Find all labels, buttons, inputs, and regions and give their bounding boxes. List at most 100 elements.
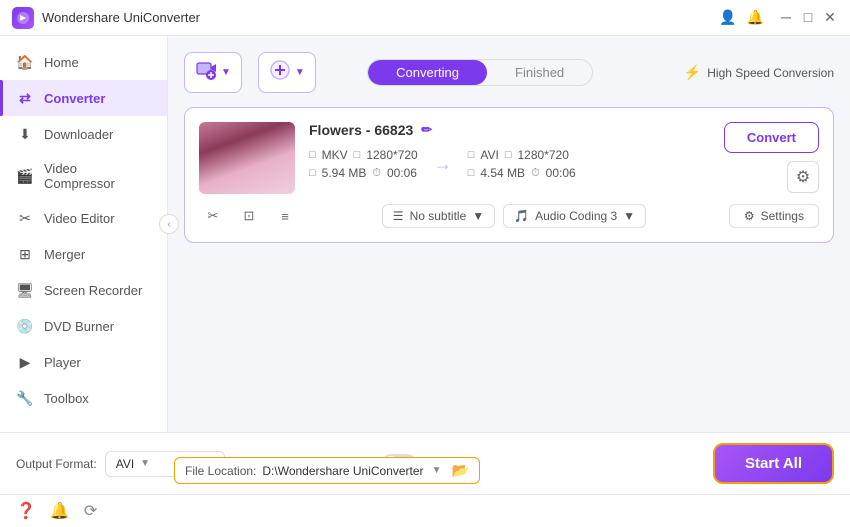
sidebar-item-home[interactable]: 🏠 Home (0, 44, 167, 80)
target-size: 4.54 MB (480, 166, 525, 180)
editor-icon: ✂ (16, 209, 34, 227)
target-size-icon: □ (468, 167, 475, 179)
file-icon: □ (309, 149, 316, 161)
speed-badge: ⚡ High Speed Conversion (684, 64, 834, 81)
convert-button[interactable]: Convert (724, 122, 819, 153)
sidebar-item-label: Home (44, 55, 79, 70)
audio-label: Audio Coding 3 (535, 209, 617, 223)
audio-select[interactable]: 🎵 Audio Coding 3 ▼ (503, 204, 646, 228)
sidebar-item-screen-recorder[interactable]: 🖥 Screen Recorder (0, 272, 167, 308)
format-info: □ MKV □ 1280*720 □ 5.94 MB ⏱ 00:06 (309, 148, 710, 180)
sidebar-section: 🏠 Home ⇄ Converter ⬇ Downloader 🎬 Video … (0, 44, 167, 424)
sidebar-item-label: Toolbox (44, 391, 89, 406)
output-format-arrow: ▼ (140, 458, 150, 469)
source-format: MKV (322, 148, 348, 162)
sidebar: 🏠 Home ⇄ Converter ⬇ Downloader 🎬 Video … (0, 36, 168, 432)
app-logo (12, 7, 34, 29)
minimize-button[interactable]: ─ (778, 9, 794, 25)
source-meta-row: □ 5.94 MB ⏱ 00:06 (309, 166, 418, 180)
settings-label: Settings (761, 209, 804, 223)
tab-converting[interactable]: Converting (368, 60, 487, 85)
user-icon[interactable]: 👤 (719, 9, 736, 26)
toolbox-icon: 🔧 (16, 389, 34, 407)
compressor-icon: 🎬 (16, 167, 34, 185)
source-format-row: □ MKV □ 1280*720 (309, 148, 418, 162)
target-format: AVI (480, 148, 498, 162)
file-name: Flowers - 66823 ✏ (309, 122, 710, 138)
sidebar-item-label: Downloader (44, 127, 113, 142)
bottom-icons-bar: ❓ 🔔 ⟳ (0, 494, 850, 527)
subtitle-dropdown-arrow: ▼ (472, 209, 484, 223)
add-format-dropdown-arrow: ▼ (295, 67, 305, 78)
sidebar-item-label: Video Compressor (44, 161, 151, 191)
add-format-button[interactable]: ▼ (258, 52, 316, 93)
output-format-value: AVI (116, 457, 134, 471)
close-button[interactable]: ✕ (822, 9, 838, 25)
file-location-path: D:\Wondershare UniConverter (262, 464, 423, 478)
add-format-icon (269, 59, 291, 86)
target-resolution: 1280*720 (517, 148, 568, 162)
file-settings-button[interactable]: ⚙ Settings (729, 204, 819, 228)
target-duration-icon: ⏱ (531, 167, 540, 180)
output-format-label: Output Format: (16, 457, 97, 471)
sidebar-item-label: DVD Burner (44, 319, 114, 334)
card-bottom-toolbar: ✂ ⊡ ≡ ☰ No subtitle ▼ 🎵 Audio Coding 3 ▼… (199, 204, 819, 228)
convert-tab-group: Converting Finished (367, 59, 593, 86)
file-location-row-wrapper: File Location: D:\Wondershare UniConvert… (174, 457, 480, 484)
resolution-icon: □ (354, 149, 361, 161)
file-location-dropdown-arrow[interactable]: ▼ (432, 465, 442, 476)
file-card-top: Flowers - 66823 ✏ □ MKV □ 1280*720 (199, 122, 819, 194)
sidebar-item-player[interactable]: ▶ Player (0, 344, 167, 380)
target-format-box: □ AVI □ 1280*720 □ 4.54 MB ⏱ 00:06 (468, 148, 576, 180)
notification-icon[interactable]: 🔔 (50, 501, 70, 521)
add-files-button[interactable]: ▼ (184, 52, 242, 93)
dvd-icon: 💿 (16, 317, 34, 335)
player-icon: ▶ (16, 353, 34, 371)
sidebar-item-video-compressor[interactable]: 🎬 Video Compressor (0, 152, 167, 200)
titlebar: Wondershare UniConverter 👤 🔔 ─ □ ✕ (0, 0, 850, 36)
subtitle-select[interactable]: ☰ No subtitle ▼ (382, 204, 495, 228)
content-spacer (184, 243, 834, 416)
sidebar-item-label: Player (44, 355, 81, 370)
start-all-button[interactable]: Start All (713, 443, 834, 484)
folder-open-icon[interactable]: 📂 (451, 462, 468, 479)
tab-finished[interactable]: Finished (487, 60, 592, 85)
maximize-button[interactable]: □ (800, 9, 816, 25)
source-size: 5.94 MB (322, 166, 367, 180)
screen-icon: 🖥 (16, 281, 34, 299)
sidebar-item-label: Screen Recorder (44, 283, 142, 298)
target-format-row: □ AVI □ 1280*720 (468, 148, 576, 162)
merger-icon: ⊞ (16, 245, 34, 263)
help-icon[interactable]: ❓ (16, 501, 36, 521)
subtitle-label: No subtitle (410, 209, 467, 223)
source-resolution: 1280*720 (366, 148, 417, 162)
audio-wave-icon: 🎵 (514, 209, 529, 223)
card-actions: Convert ⚙ (724, 122, 819, 193)
scissors-tool-button[interactable]: ✂ (199, 204, 227, 228)
crop-tool-button[interactable]: ⊡ (235, 204, 263, 228)
effects-tool-button[interactable]: ≡ (271, 204, 299, 228)
settings-gear-icon: ⚙ (744, 209, 755, 223)
bell-icon[interactable]: 🔔 (747, 9, 764, 26)
edit-filename-icon[interactable]: ✏ (421, 122, 432, 138)
app-title: Wondershare UniConverter (42, 10, 711, 25)
sidebar-item-dvd-burner[interactable]: 💿 DVD Burner (0, 308, 167, 344)
sidebar-item-label: Video Editor (44, 211, 115, 226)
sidebar-item-video-editor[interactable]: ✂ Video Editor (0, 200, 167, 236)
sidebar-collapse-button[interactable]: ‹ (159, 214, 179, 234)
sidebar-item-downloader[interactable]: ⬇ Downloader (0, 116, 167, 152)
sidebar-item-merger[interactable]: ⊞ Merger (0, 236, 167, 272)
card-settings-icon-btn[interactable]: ⚙ (787, 161, 819, 193)
sidebar-item-label: Converter (44, 91, 105, 106)
content-area: ▼ ▼ Converting Finished ⚡ High Speed (168, 36, 850, 432)
bottom-bar: Output Format: AVI ▼ ⚙ Merge All Files: … (0, 432, 850, 494)
sidebar-item-label: Merger (44, 247, 85, 262)
source-duration: 00:06 (387, 166, 417, 180)
settings-bottom-icon[interactable]: ⟳ (84, 501, 97, 521)
sidebar-item-converter[interactable]: ⇄ Converter (0, 80, 167, 116)
file-location-label: File Location: (185, 464, 256, 478)
video-thumbnail (199, 122, 295, 194)
thumbnail-image (199, 122, 295, 194)
sidebar-item-toolbox[interactable]: 🔧 Toolbox (0, 380, 167, 416)
converter-icon: ⇄ (16, 89, 34, 107)
